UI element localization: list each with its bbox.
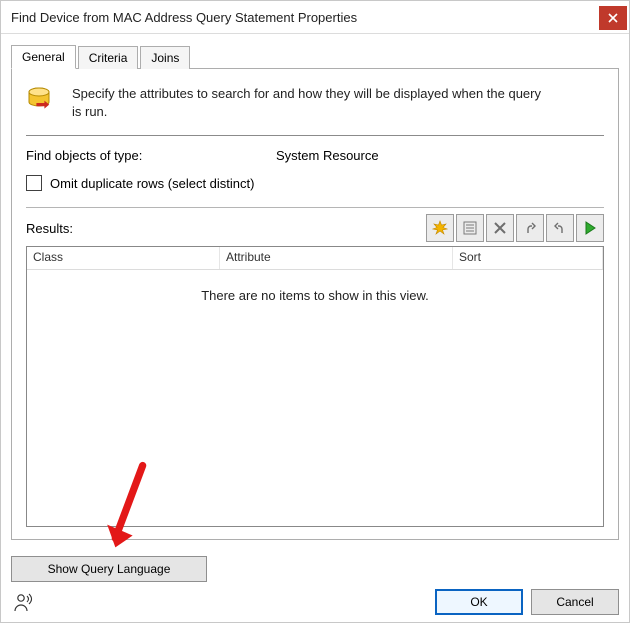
tab-strip: General Criteria Joins [11, 44, 619, 68]
column-attribute[interactable]: Attribute [220, 247, 453, 269]
omit-duplicate-row[interactable]: Omit duplicate rows (select distinct) [26, 175, 604, 191]
omit-duplicate-label: Omit duplicate rows (select distinct) [50, 176, 254, 191]
dialog-window: Find Device from MAC Address Query State… [0, 0, 630, 623]
cancel-button[interactable]: Cancel [531, 589, 619, 615]
show-query-language-button[interactable]: Show Query Language [11, 556, 207, 582]
object-type-value: System Resource [276, 148, 379, 163]
close-icon [607, 12, 619, 24]
window-title: Find Device from MAC Address Query State… [11, 10, 599, 25]
close-button[interactable] [599, 6, 627, 30]
new-item-button[interactable] [426, 214, 454, 242]
tab-panel-general: Specify the attributes to search for and… [11, 68, 619, 540]
description-row: Specify the attributes to search for and… [26, 85, 604, 121]
results-columns: Class Attribute Sort [27, 247, 603, 270]
delete-x-icon [492, 220, 508, 236]
column-sort[interactable]: Sort [453, 247, 603, 269]
user-voice-icon [13, 591, 35, 613]
divider [26, 135, 604, 136]
run-button[interactable] [576, 214, 604, 242]
results-toolbar [426, 214, 604, 242]
database-export-icon [26, 85, 60, 119]
play-icon [582, 220, 598, 236]
divider [26, 207, 604, 208]
content-area: General Criteria Joins Specify the attri… [1, 34, 629, 548]
omit-duplicate-checkbox[interactable] [26, 175, 42, 191]
move-down-button[interactable] [546, 214, 574, 242]
move-up-button[interactable] [516, 214, 544, 242]
ok-button[interactable]: OK [435, 589, 523, 615]
object-type-label: Find objects of type: [26, 148, 276, 163]
properties-icon [462, 220, 478, 236]
title-bar: Find Device from MAC Address Query State… [1, 1, 629, 34]
properties-button[interactable] [456, 214, 484, 242]
object-type-row: Find objects of type: System Resource [26, 148, 604, 163]
column-class[interactable]: Class [27, 247, 220, 269]
results-label: Results: [26, 221, 426, 236]
results-list[interactable]: Class Attribute Sort There are no items … [26, 246, 604, 527]
tab-criteria[interactable]: Criteria [78, 46, 139, 69]
tab-joins[interactable]: Joins [140, 46, 190, 69]
results-header: Results: [26, 214, 604, 242]
tab-general[interactable]: General [11, 45, 76, 69]
bracket-down-icon [552, 220, 568, 236]
starburst-icon [432, 220, 448, 236]
dialog-footer: OK Cancel [1, 582, 629, 622]
empty-list-message: There are no items to show in this view. [27, 270, 603, 321]
delete-button[interactable] [486, 214, 514, 242]
description-text: Specify the attributes to search for and… [72, 85, 552, 121]
bracket-up-icon [522, 220, 538, 236]
